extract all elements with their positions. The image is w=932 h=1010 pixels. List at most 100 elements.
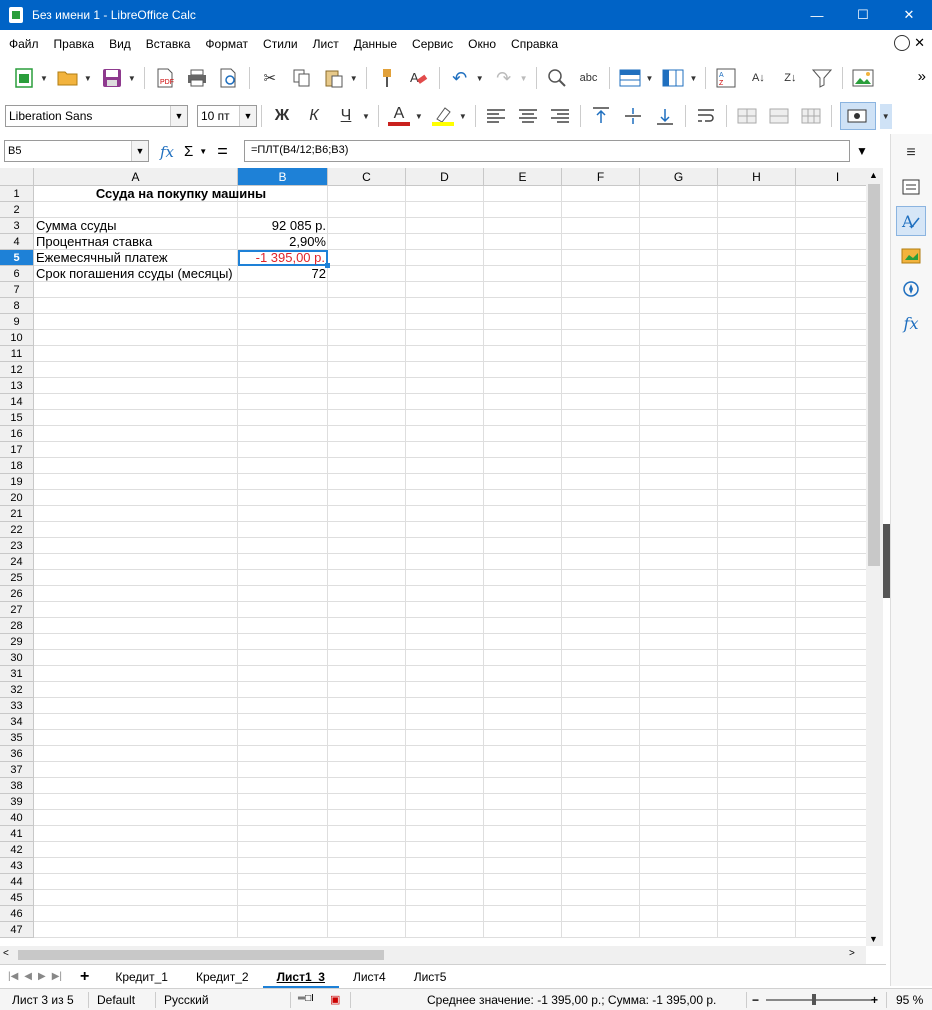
menu-format[interactable]: Формат [197, 37, 255, 51]
sort-icon[interactable]: AZ [714, 66, 738, 90]
wrap-text-icon[interactable] [694, 104, 718, 128]
row-header[interactable]: 21 [0, 506, 34, 522]
row-header[interactable]: 33 [0, 698, 34, 714]
function-wizard-icon[interactable]: fx [160, 143, 174, 161]
font-color-icon[interactable]: A [387, 104, 411, 128]
scroll-left-icon[interactable]: < [3, 948, 9, 959]
unmerge-cells-icon[interactable] [799, 104, 823, 128]
zoom-out-icon[interactable]: − [752, 993, 759, 1007]
clone-formatting-icon[interactable] [375, 66, 399, 90]
cut-icon[interactable]: ✂ [258, 66, 282, 90]
name-box[interactable]: B5 ▼ [4, 140, 149, 162]
last-sheet-icon[interactable]: ▶| [52, 971, 62, 982]
sheet-tab[interactable]: Лист5 [400, 966, 461, 988]
menu-edit[interactable]: Правка [46, 37, 102, 51]
sidebar-collapse-handle[interactable] [883, 524, 890, 598]
zoom-slider[interactable] [766, 999, 872, 1001]
row-header[interactable]: 35 [0, 730, 34, 746]
row-header[interactable]: 29 [0, 634, 34, 650]
row-header[interactable]: 4 [0, 234, 34, 250]
spelling-icon[interactable]: abc [577, 66, 601, 90]
align-bottom-icon[interactable] [653, 104, 677, 128]
row-header[interactable]: 8 [0, 298, 34, 314]
chevron-down-icon[interactable]: ▼ [131, 141, 148, 161]
row-header[interactable]: 41 [0, 826, 34, 842]
sort-ascending-icon[interactable]: A↓ [746, 66, 770, 90]
row-header[interactable]: 39 [0, 794, 34, 810]
sort-descending-icon[interactable]: Z↓ [778, 66, 802, 90]
column-icon[interactable] [661, 66, 685, 90]
insert-image-icon[interactable] [851, 66, 875, 90]
sheet-tab-active[interactable]: Лист1_3 [262, 965, 339, 988]
row-header[interactable]: 3 [0, 218, 34, 234]
menu-data[interactable]: Данные [346, 37, 404, 51]
column-header[interactable]: B [238, 168, 328, 186]
sheet-tab[interactable]: Лист4 [339, 966, 400, 988]
sheet-tab[interactable]: Кредит_1 [101, 966, 182, 988]
horizontal-scroll-thumb[interactable] [18, 950, 384, 960]
chevron-down-icon[interactable]: ▼ [476, 74, 484, 83]
chevron-down-icon[interactable]: ▼ [84, 74, 92, 83]
language[interactable]: Русский [164, 993, 209, 1007]
row-icon[interactable] [618, 66, 642, 90]
zoom-in-icon[interactable]: + [871, 993, 878, 1007]
merge-center-icon[interactable] [735, 104, 759, 128]
bold-button[interactable]: Ж [270, 104, 294, 128]
menu-window[interactable]: Окно [460, 37, 503, 51]
chevron-down-icon[interactable]: ▼ [199, 147, 207, 156]
cell-a4[interactable]: Процентная ставка [34, 234, 238, 250]
row-header[interactable]: 10 [0, 330, 34, 346]
sidebar-menu-icon[interactable]: ≡ [896, 138, 926, 168]
expand-formula-bar-icon[interactable]: ▼ [856, 144, 868, 158]
cell-b5[interactable]: -1 395,00 р. [238, 250, 328, 266]
minimize-button[interactable]: — [794, 0, 840, 30]
chevron-down-icon[interactable]: ▼ [879, 103, 892, 129]
autofilter-icon[interactable] [810, 66, 834, 90]
styles-icon[interactable]: A [896, 206, 926, 236]
menu-insert[interactable]: Вставка [138, 37, 198, 51]
maximize-button[interactable]: ☐ [840, 0, 886, 30]
print-preview-icon[interactable] [217, 66, 241, 90]
menu-view[interactable]: Вид [101, 37, 138, 51]
merge-cells-icon[interactable] [767, 104, 791, 128]
paste-icon[interactable] [322, 66, 346, 90]
center-vertically-icon[interactable] [621, 104, 645, 128]
row-header[interactable]: 34 [0, 714, 34, 730]
spreadsheet-grid[interactable]: A B C D E F G H I 1 2 3 4 5 6 7 8 9 10 11 12 13 14 15 16 17 18 19 20… [0, 168, 866, 946]
redo-icon[interactable]: ↷ [492, 66, 516, 90]
column-header[interactable]: A [34, 168, 238, 186]
vertical-scrollbar[interactable]: ▲ ▼ [866, 168, 883, 946]
format-as-currency-icon[interactable] [839, 102, 876, 130]
row-header[interactable]: 5 [0, 250, 34, 266]
horizontal-scrollbar[interactable]: < > [0, 946, 866, 964]
row-header[interactable]: 23 [0, 538, 34, 554]
chevron-down-icon[interactable]: ▼ [170, 106, 187, 126]
page-style[interactable]: Default [97, 993, 135, 1007]
copy-icon[interactable] [290, 66, 314, 90]
row-header[interactable]: 43 [0, 858, 34, 874]
row-header[interactable]: 2 [0, 202, 34, 218]
sum-icon[interactable]: Σ [184, 143, 193, 160]
row-header[interactable]: 7 [0, 282, 34, 298]
row-header[interactable]: 24 [0, 554, 34, 570]
print-icon[interactable] [185, 66, 209, 90]
chevron-down-icon[interactable]: ▼ [689, 74, 697, 83]
menu-tools[interactable]: Сервис [404, 37, 460, 51]
row-header[interactable]: 17 [0, 442, 34, 458]
column-header[interactable]: D [406, 168, 484, 186]
previous-sheet-icon[interactable]: ◀ [24, 971, 32, 982]
zoom-level[interactable]: 95 % [896, 993, 923, 1007]
cell-a1[interactable]: Ссуда на покупку машины [34, 186, 328, 202]
globe-icon[interactable] [894, 35, 910, 51]
italic-button[interactable]: К [302, 104, 326, 128]
row-header[interactable]: 45 [0, 890, 34, 906]
row-header[interactable]: 30 [0, 650, 34, 666]
new-spreadsheet-icon[interactable] [12, 66, 36, 90]
menu-file[interactable]: Файл [0, 37, 46, 51]
row-header[interactable]: 6 [0, 266, 34, 282]
row-header[interactable]: 36 [0, 746, 34, 762]
scroll-down-icon[interactable]: ▼ [869, 934, 878, 944]
row-header[interactable]: 13 [0, 378, 34, 394]
column-header[interactable]: E [484, 168, 562, 186]
column-header[interactable]: G [640, 168, 718, 186]
